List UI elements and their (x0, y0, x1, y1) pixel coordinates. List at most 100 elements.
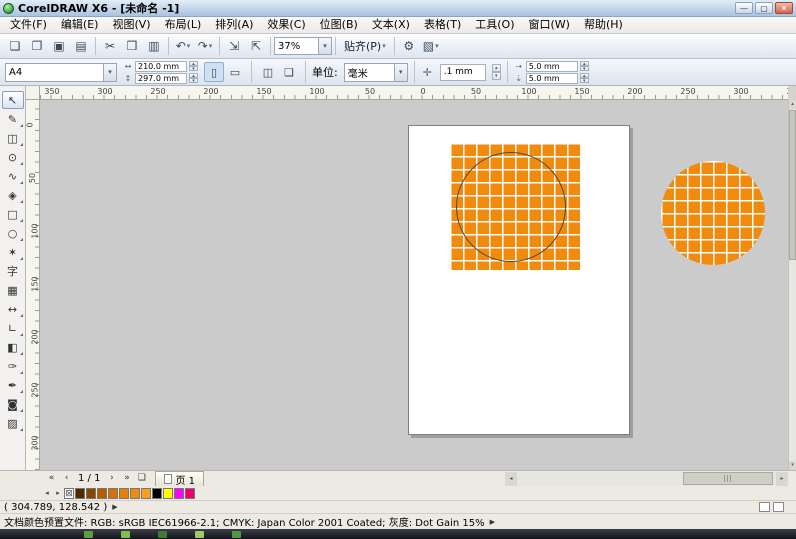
page-width-stepper[interactable]: ▴▾ (189, 61, 198, 71)
circle-outline-shape[interactable] (456, 152, 566, 262)
stepper-down-icon[interactable]: ▾ (492, 72, 501, 80)
paper-size-select[interactable]: A4 ▾ (5, 63, 117, 82)
stepper-down-icon[interactable]: ▾ (580, 78, 589, 83)
horizontal-scrollbar[interactable]: ◂ ▸ (505, 472, 788, 486)
taskbar-app-5-icon[interactable] (232, 531, 241, 538)
page-width-field[interactable]: 210.0 mm (135, 61, 187, 72)
stepper-down-icon[interactable]: ▾ (189, 66, 198, 71)
menu-help[interactable]: 帮助(H) (577, 17, 630, 33)
stepper-down-icon[interactable]: ▾ (189, 78, 198, 83)
dimension-tool[interactable]: ↔ (2, 300, 24, 318)
freehand-tool[interactable]: ∿ (2, 167, 24, 185)
taskbar-app-2-icon[interactable] (121, 531, 130, 538)
copy-button[interactable]: ❒ (121, 36, 143, 56)
interactive-fill-tool[interactable]: ▨ (2, 414, 24, 432)
current-page-button[interactable]: ❏ (279, 62, 299, 82)
open-button[interactable]: ❐ (26, 36, 48, 56)
redo-button[interactable]: ↷▾ (194, 36, 216, 56)
blend-tool[interactable]: ◧ (2, 338, 24, 356)
scroll-left-icon[interactable]: ◂ (505, 472, 517, 486)
stepper-down-icon[interactable]: ▾ (580, 66, 589, 71)
table-tool[interactable]: ▦ (2, 281, 24, 299)
color-swatch-orange-2[interactable] (119, 488, 129, 499)
drawing-canvas[interactable] (40, 100, 788, 470)
nudge-offset-field[interactable]: .1 mm (440, 64, 486, 81)
ruler-origin[interactable] (26, 86, 40, 100)
menu-arrange[interactable]: 排列(A) (208, 17, 260, 33)
close-button[interactable]: ✕ (775, 2, 793, 14)
welcome-screen-button[interactable]: ▧▾ (420, 36, 442, 56)
menu-window[interactable]: 窗口(W) (522, 17, 577, 33)
color-swatch-dark-orange[interactable] (97, 488, 107, 499)
scroll-down-icon[interactable]: ▾ (789, 461, 796, 470)
orange-grid-rectangle[interactable] (450, 143, 581, 270)
outline-status-icon[interactable] (773, 502, 784, 512)
palette-scroll-left-icon[interactable]: ◂ (42, 488, 52, 499)
first-page-button[interactable]: « (44, 472, 59, 486)
export-button[interactable]: ⇱ (245, 36, 267, 56)
menu-effects[interactable]: 效果(C) (260, 17, 312, 33)
menu-view[interactable]: 视图(V) (105, 17, 157, 33)
vertical-ruler[interactable]: 050100150200250300 (26, 100, 40, 470)
vertical-scrollbar[interactable]: ▴ ▾ (788, 100, 796, 470)
landscape-button[interactable]: ▭ (225, 62, 245, 82)
status-expander-icon[interactable]: ▶ (112, 503, 117, 511)
previous-page-button[interactable]: ‹ (59, 472, 74, 486)
rectangle-tool[interactable]: □ (2, 205, 24, 223)
polygon-tool[interactable]: ✶ (2, 243, 24, 261)
color-swatch-brown[interactable] (86, 488, 96, 499)
menu-text[interactable]: 文本(X) (365, 17, 417, 33)
menu-layout[interactable]: 布局(L) (158, 17, 209, 33)
taskbar-app-4-icon[interactable] (195, 531, 204, 538)
palette-scroll-right-icon[interactable]: ▸ (53, 488, 63, 499)
color-swatch-orange-3[interactable] (130, 488, 140, 499)
new-document-button[interactable]: ❏ (4, 36, 26, 56)
cut-button[interactable]: ✂ (99, 36, 121, 56)
menu-edit[interactable]: 编辑(E) (54, 17, 106, 33)
print-button[interactable]: ▤ (70, 36, 92, 56)
page-height-stepper[interactable]: ▴▾ (189, 73, 198, 83)
chevron-down-icon[interactable]: ▾ (103, 64, 116, 81)
paste-button[interactable]: ▥ (143, 36, 165, 56)
units-select[interactable]: 毫米 ▾ (344, 63, 408, 82)
nudge-stepper[interactable]: ▴▾ (492, 64, 501, 80)
duplicate-x-stepper[interactable]: ▴▾ (580, 61, 589, 71)
import-button[interactable]: ⇲ (223, 36, 245, 56)
portrait-button[interactable]: ▯ (204, 62, 224, 82)
taskbar-app-3-icon[interactable] (158, 531, 167, 538)
hscroll-track[interactable] (517, 472, 776, 486)
minimize-button[interactable]: — (735, 2, 753, 14)
color-eyedropper-tool[interactable]: ✑ (2, 357, 24, 375)
color-swatch-yellow[interactable] (163, 488, 173, 499)
status-expander-icon[interactable]: ▶ (490, 518, 495, 526)
vscroll-thumb[interactable] (789, 110, 796, 260)
crop-tool[interactable]: ◫ (2, 129, 24, 147)
taskbar-app-1-icon[interactable] (84, 531, 93, 538)
snap-to-dropdown[interactable]: 贴齐(P)▾ (339, 36, 391, 56)
color-swatch-magenta[interactable] (174, 488, 184, 499)
connector-tool[interactable]: ∟ (2, 319, 24, 337)
color-swatch-dark-brown[interactable] (75, 488, 85, 499)
stepper-up-icon[interactable]: ▴ (492, 64, 501, 72)
duplicate-y-field[interactable]: 5.0 mm (526, 73, 578, 84)
fill-tool[interactable]: ◙ (2, 395, 24, 413)
scroll-up-icon[interactable]: ▴ (789, 100, 796, 109)
zoom-tool[interactable]: ⊙ (2, 148, 24, 166)
shape-tool[interactable]: ✎ (2, 110, 24, 128)
orange-grid-circle[interactable] (661, 161, 765, 265)
fill-status-icon[interactable] (759, 502, 770, 512)
zoom-level-select[interactable]: 37%▾ (274, 37, 332, 55)
menu-bitmaps[interactable]: 位图(B) (313, 17, 365, 33)
color-swatch-black[interactable] (152, 488, 162, 499)
color-swatch-light-orange[interactable] (141, 488, 151, 499)
chevron-down-icon[interactable]: ▾ (394, 64, 407, 81)
save-button[interactable]: ▣ (48, 36, 70, 56)
color-swatch-pink-red[interactable] (185, 488, 195, 499)
smart-fill-tool[interactable]: ◈ (2, 186, 24, 204)
add-page-button[interactable]: ❏ (134, 472, 149, 486)
options-button[interactable]: ⚙ (398, 36, 420, 56)
maximize-button[interactable]: ▢ (755, 2, 773, 14)
pick-tool[interactable]: ↖ (2, 91, 24, 109)
page-height-field[interactable]: 297.0 mm (135, 73, 187, 84)
all-pages-button[interactable]: ◫ (258, 62, 278, 82)
